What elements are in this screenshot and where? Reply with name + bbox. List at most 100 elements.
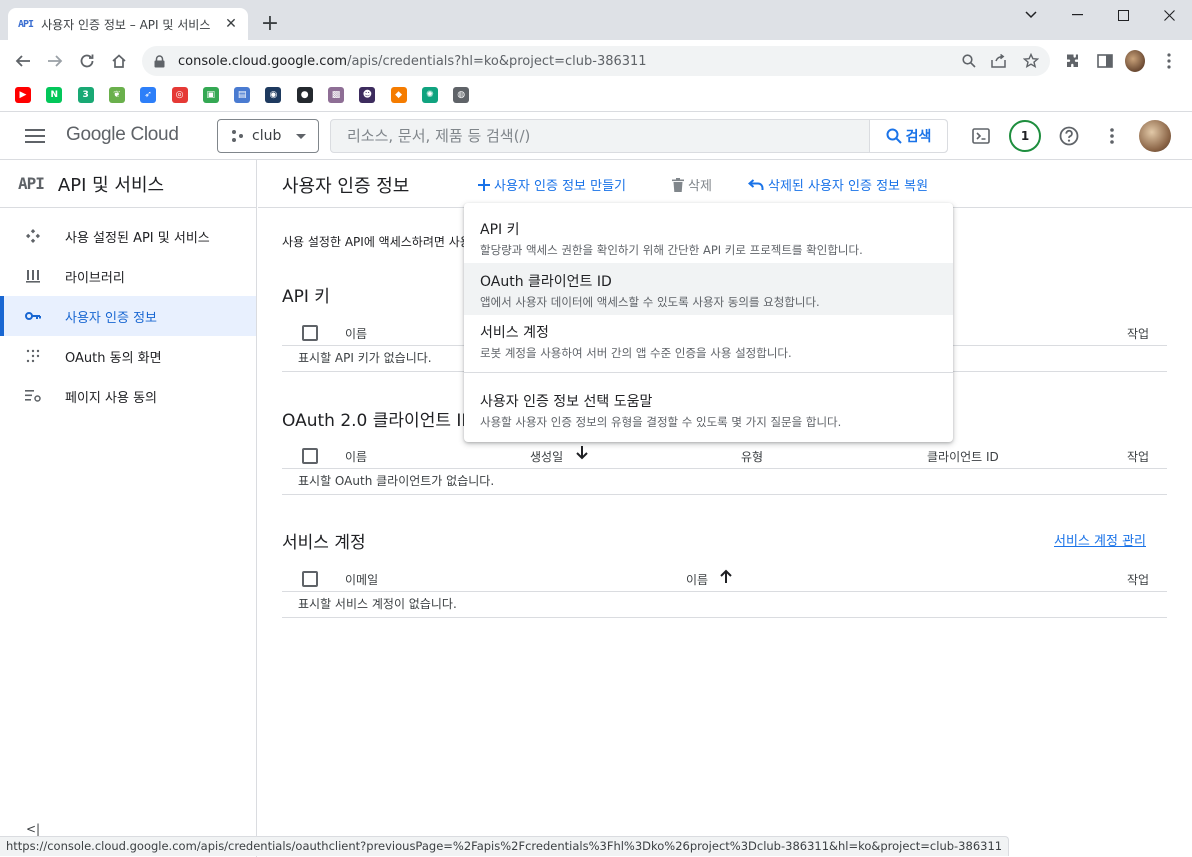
- sidebar-item-library[interactable]: 라이브러리: [0, 256, 256, 296]
- arrow-down-icon[interactable]: [576, 446, 588, 463]
- api-logo-icon: API: [18, 174, 45, 193]
- plus-icon: [478, 178, 490, 191]
- sidebar-item-credentials[interactable]: 사용자 인증 정보: [0, 296, 256, 336]
- home-icon[interactable]: [106, 49, 132, 73]
- google-cloud-logo[interactable]: Google Cloud: [66, 124, 179, 146]
- sidebar-item-oauth-consent[interactable]: OAuth 동의 화면: [0, 336, 256, 376]
- bird-icon[interactable]: ➶: [140, 87, 157, 103]
- trash-icon: [672, 177, 684, 192]
- address-bar[interactable]: console.cloud.google.com/apis/credential…: [142, 46, 1050, 76]
- window-close-icon[interactable]: [1146, 0, 1192, 30]
- service-accounts-table: 이메일 이름 작업 표시할 서비스 계정이 없습니다.: [282, 566, 1167, 618]
- service-accounts-title: 서비스 계정: [282, 533, 366, 553]
- delete-button[interactable]: 삭제: [672, 175, 712, 194]
- create-credentials-button[interactable]: 사용자 인증 정보 만들기: [478, 175, 626, 194]
- forward-arrow-icon[interactable]: [42, 49, 68, 73]
- sidebar-collapse-button[interactable]: <|: [26, 822, 40, 836]
- browser-menu-kebab-icon[interactable]: [1159, 51, 1179, 71]
- share-icon[interactable]: [990, 52, 1008, 70]
- blue-box-icon[interactable]: ▤: [234, 87, 251, 103]
- bookmarks-bar: ▶ N 3 ❦ ➶ ◎ ▣ ▤ ◉ ● ▩ ☻ ◆ ✺ ◍: [0, 82, 1192, 112]
- bookmark-star-icon[interactable]: [1022, 52, 1040, 70]
- table-header: 이름 생성일 유형 클라이언트 ID 작업: [282, 443, 1167, 469]
- page-title: 사용자 인증 정보: [282, 176, 410, 197]
- menu-divider: [464, 372, 953, 373]
- browser-tab-credentials[interactable]: API 사용자 인증 정보 – API 및 서비스 ✕: [8, 8, 248, 40]
- table-header: 이메일 이름 작업: [282, 566, 1167, 592]
- tab-close-icon[interactable]: ✕: [222, 15, 240, 33]
- tab-strip: API 사용자 인증 정보 – API 및 서비스 ✕ +: [0, 0, 1192, 40]
- chevron-down-icon[interactable]: [1008, 0, 1054, 30]
- menu-item-api-key[interactable]: API 키 할당량과 액세스 권한을 확인하기 위해 간단한 API 키로 프로…: [464, 211, 953, 263]
- menu-item-service-account[interactable]: 서비스 계정 로봇 계정을 사용하여 서버 간의 앱 수준 인증을 사용 설정합…: [464, 314, 953, 366]
- notifications-badge[interactable]: 1: [1009, 120, 1041, 152]
- help-icon[interactable]: [1055, 122, 1083, 150]
- sort-created-column[interactable]: 생성일: [530, 448, 563, 465]
- settings-list-icon: [24, 387, 42, 405]
- empty-row: 표시할 서비스 계정이 없습니다.: [282, 592, 1167, 618]
- astronaut-icon[interactable]: ☻: [359, 87, 376, 103]
- zoom-search-icon[interactable]: [960, 52, 978, 70]
- arrow-up-icon[interactable]: [720, 569, 732, 586]
- minimize-icon[interactable]: [1054, 0, 1100, 30]
- chevron-down-icon: [296, 134, 306, 139]
- search-input[interactable]: [331, 120, 869, 152]
- orange-cube-icon[interactable]: ◆: [390, 87, 407, 103]
- back-arrow-icon[interactable]: [10, 49, 36, 73]
- select-all-checkbox[interactable]: [302, 571, 318, 587]
- manage-service-accounts-link[interactable]: 서비스 계정 관리: [1054, 530, 1146, 549]
- chatgpt-icon[interactable]: ✺: [421, 87, 438, 103]
- naver-icon[interactable]: N: [46, 87, 63, 103]
- browser-toolbar: console.cloud.google.com/apis/credential…: [0, 40, 1192, 82]
- search-button[interactable]: 검색: [869, 120, 947, 152]
- maximize-icon[interactable]: [1100, 0, 1146, 30]
- project-picker[interactable]: club: [217, 119, 319, 153]
- browser-window: API 사용자 인증 정보 – API 및 서비스 ✕ + console.cl…: [0, 0, 1192, 857]
- sidebar-item-page-consent[interactable]: 페이지 사용 동의: [0, 376, 256, 416]
- profile-avatar-small[interactable]: [1125, 50, 1145, 72]
- youtube-icon[interactable]: ▶: [15, 87, 31, 103]
- reload-icon[interactable]: [74, 49, 100, 73]
- sidebar-header: API API 및 서비스: [0, 160, 256, 208]
- classroom-icon[interactable]: ▣: [202, 87, 219, 103]
- select-all-checkbox[interactable]: [302, 325, 318, 341]
- page-header: 사용자 인증 정보 사용자 인증 정보 만들기 삭제 삭제된 사용자 인증 정보…: [258, 160, 1192, 208]
- api-keys-title: API 키: [282, 287, 330, 307]
- oauth-clients-title: OAuth 2.0 클라이언트 ID: [282, 411, 464, 431]
- new-tab-button[interactable]: +: [260, 13, 280, 35]
- side-panel-icon[interactable]: [1095, 51, 1115, 71]
- restore-deleted-button[interactable]: 삭제된 사용자 인증 정보 복원: [748, 175, 928, 194]
- globe-icon[interactable]: ◍: [453, 87, 470, 103]
- empty-row: 표시할 OAuth 클라이언트가 없습니다.: [282, 469, 1167, 495]
- green-app-icon[interactable]: 3: [77, 87, 94, 103]
- diamond-icon: [24, 227, 42, 245]
- select-all-checkbox[interactable]: [302, 448, 318, 464]
- hamburger-menu-icon[interactable]: [24, 126, 46, 146]
- menu-item-help-me-choose[interactable]: 사용자 인증 정보 선택 도움말 사용할 사용자 인증 정보의 유형을 결정할 …: [464, 383, 953, 435]
- gc-header: Google Cloud club 검색 1: [0, 112, 1192, 160]
- image-icon[interactable]: ▩: [328, 87, 344, 103]
- url-text: console.cloud.google.com/apis/credential…: [178, 53, 647, 69]
- oauth-clients-table: 이름 생성일 유형 클라이언트 ID 작업 표시할 OAuth 클라이언트가 없…: [282, 443, 1167, 495]
- sidebar-item-enabled-apis[interactable]: 사용 설정된 API 및 서비스: [0, 216, 256, 256]
- lock-icon[interactable]: [154, 54, 168, 68]
- more-options-kebab-icon[interactable]: [1098, 122, 1126, 150]
- status-bar-url: https://console.cloud.google.com/apis/cr…: [0, 836, 1010, 856]
- search-icon: [886, 128, 902, 144]
- account-avatar[interactable]: [1139, 120, 1171, 152]
- extensions-puzzle-icon[interactable]: [1063, 51, 1083, 71]
- key-icon: [24, 307, 42, 325]
- tab-title: 사용자 인증 정보 – API 및 서비스: [41, 17, 211, 32]
- ring-icon[interactable]: ◎: [171, 87, 188, 103]
- menu-item-oauth-client-id[interactable]: OAuth 클라이언트 ID 앱에서 사용자 데이터에 액세스할 수 있도록 사…: [464, 263, 953, 315]
- github-icon[interactable]: ●: [296, 87, 313, 103]
- library-icon: [24, 267, 42, 285]
- sort-name-column[interactable]: 이름: [686, 571, 708, 588]
- search-bar: 검색: [330, 119, 948, 153]
- owl-icon[interactable]: ◉: [265, 87, 282, 103]
- cloud-shell-terminal-icon[interactable]: [967, 122, 995, 150]
- create-credentials-menu: API 키 할당량과 액세스 권한을 확인하기 위해 간단한 API 키로 프로…: [464, 203, 953, 442]
- leaf-icon[interactable]: ❦: [108, 87, 125, 103]
- undo-icon: [748, 178, 764, 190]
- project-name: club: [252, 128, 282, 144]
